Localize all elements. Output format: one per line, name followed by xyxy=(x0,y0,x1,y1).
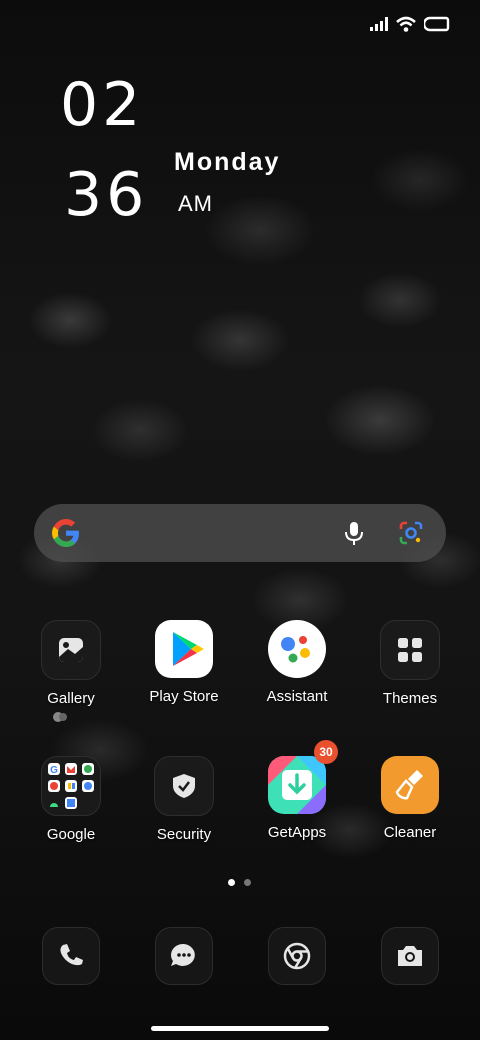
clock-day: Monday xyxy=(174,148,281,176)
google-search-bar[interactable] xyxy=(34,504,446,562)
clock-minute[interactable]: 36 xyxy=(64,164,148,226)
page-dot[interactable] xyxy=(244,879,251,886)
page-dot-active[interactable] xyxy=(228,879,235,886)
signal-icon xyxy=(370,17,388,31)
app-label: GetApps xyxy=(267,824,327,841)
google-logo-icon xyxy=(52,519,79,547)
app-label: Gallery xyxy=(47,690,95,707)
app-themes[interactable]: Themes xyxy=(354,620,466,707)
app-label: Google xyxy=(46,826,96,843)
google-folder-icon: G xyxy=(41,756,101,816)
app-label: Cleaner xyxy=(383,824,437,841)
status-bar xyxy=(370,16,450,32)
clock-ampm: AM xyxy=(178,191,213,216)
app-play-store[interactable]: Play Store xyxy=(128,620,240,705)
google-lens-icon[interactable] xyxy=(397,519,425,547)
security-icon xyxy=(154,756,214,816)
play-store-icon xyxy=(155,620,213,678)
wifi-icon xyxy=(396,16,416,32)
clock-hour[interactable]: 02 xyxy=(60,74,144,136)
app-label: Assistant xyxy=(266,688,328,705)
messages-icon[interactable] xyxy=(155,927,213,985)
chrome-icon[interactable] xyxy=(268,927,326,985)
gallery-icon xyxy=(41,620,101,680)
app-label: Themes xyxy=(382,690,438,707)
getapps-badge: 30 xyxy=(314,740,338,764)
page-indicator xyxy=(228,879,251,886)
phone-icon[interactable] xyxy=(42,927,100,985)
camera-icon[interactable] xyxy=(381,927,439,985)
assistant-icon xyxy=(268,620,326,678)
getapps-icon: 30 xyxy=(268,740,338,814)
notification-dot-icon xyxy=(53,712,67,722)
app-label: Security xyxy=(156,826,212,843)
app-security[interactable]: Security xyxy=(128,756,240,843)
themes-icon xyxy=(380,620,440,680)
home-indicator[interactable] xyxy=(151,1026,329,1031)
app-cleaner[interactable]: Cleaner xyxy=(354,756,466,841)
battery-icon xyxy=(424,16,450,32)
app-label: Play Store xyxy=(149,688,219,705)
cleaner-icon xyxy=(381,756,439,814)
app-assistant[interactable]: Assistant xyxy=(241,620,353,705)
microphone-icon[interactable] xyxy=(340,519,368,547)
svg-text:G: G xyxy=(50,765,58,776)
app-folder-google[interactable]: G Google xyxy=(15,756,127,843)
app-gallery[interactable]: Gallery xyxy=(15,620,127,707)
app-getapps[interactable]: 30 GetApps xyxy=(241,740,353,841)
